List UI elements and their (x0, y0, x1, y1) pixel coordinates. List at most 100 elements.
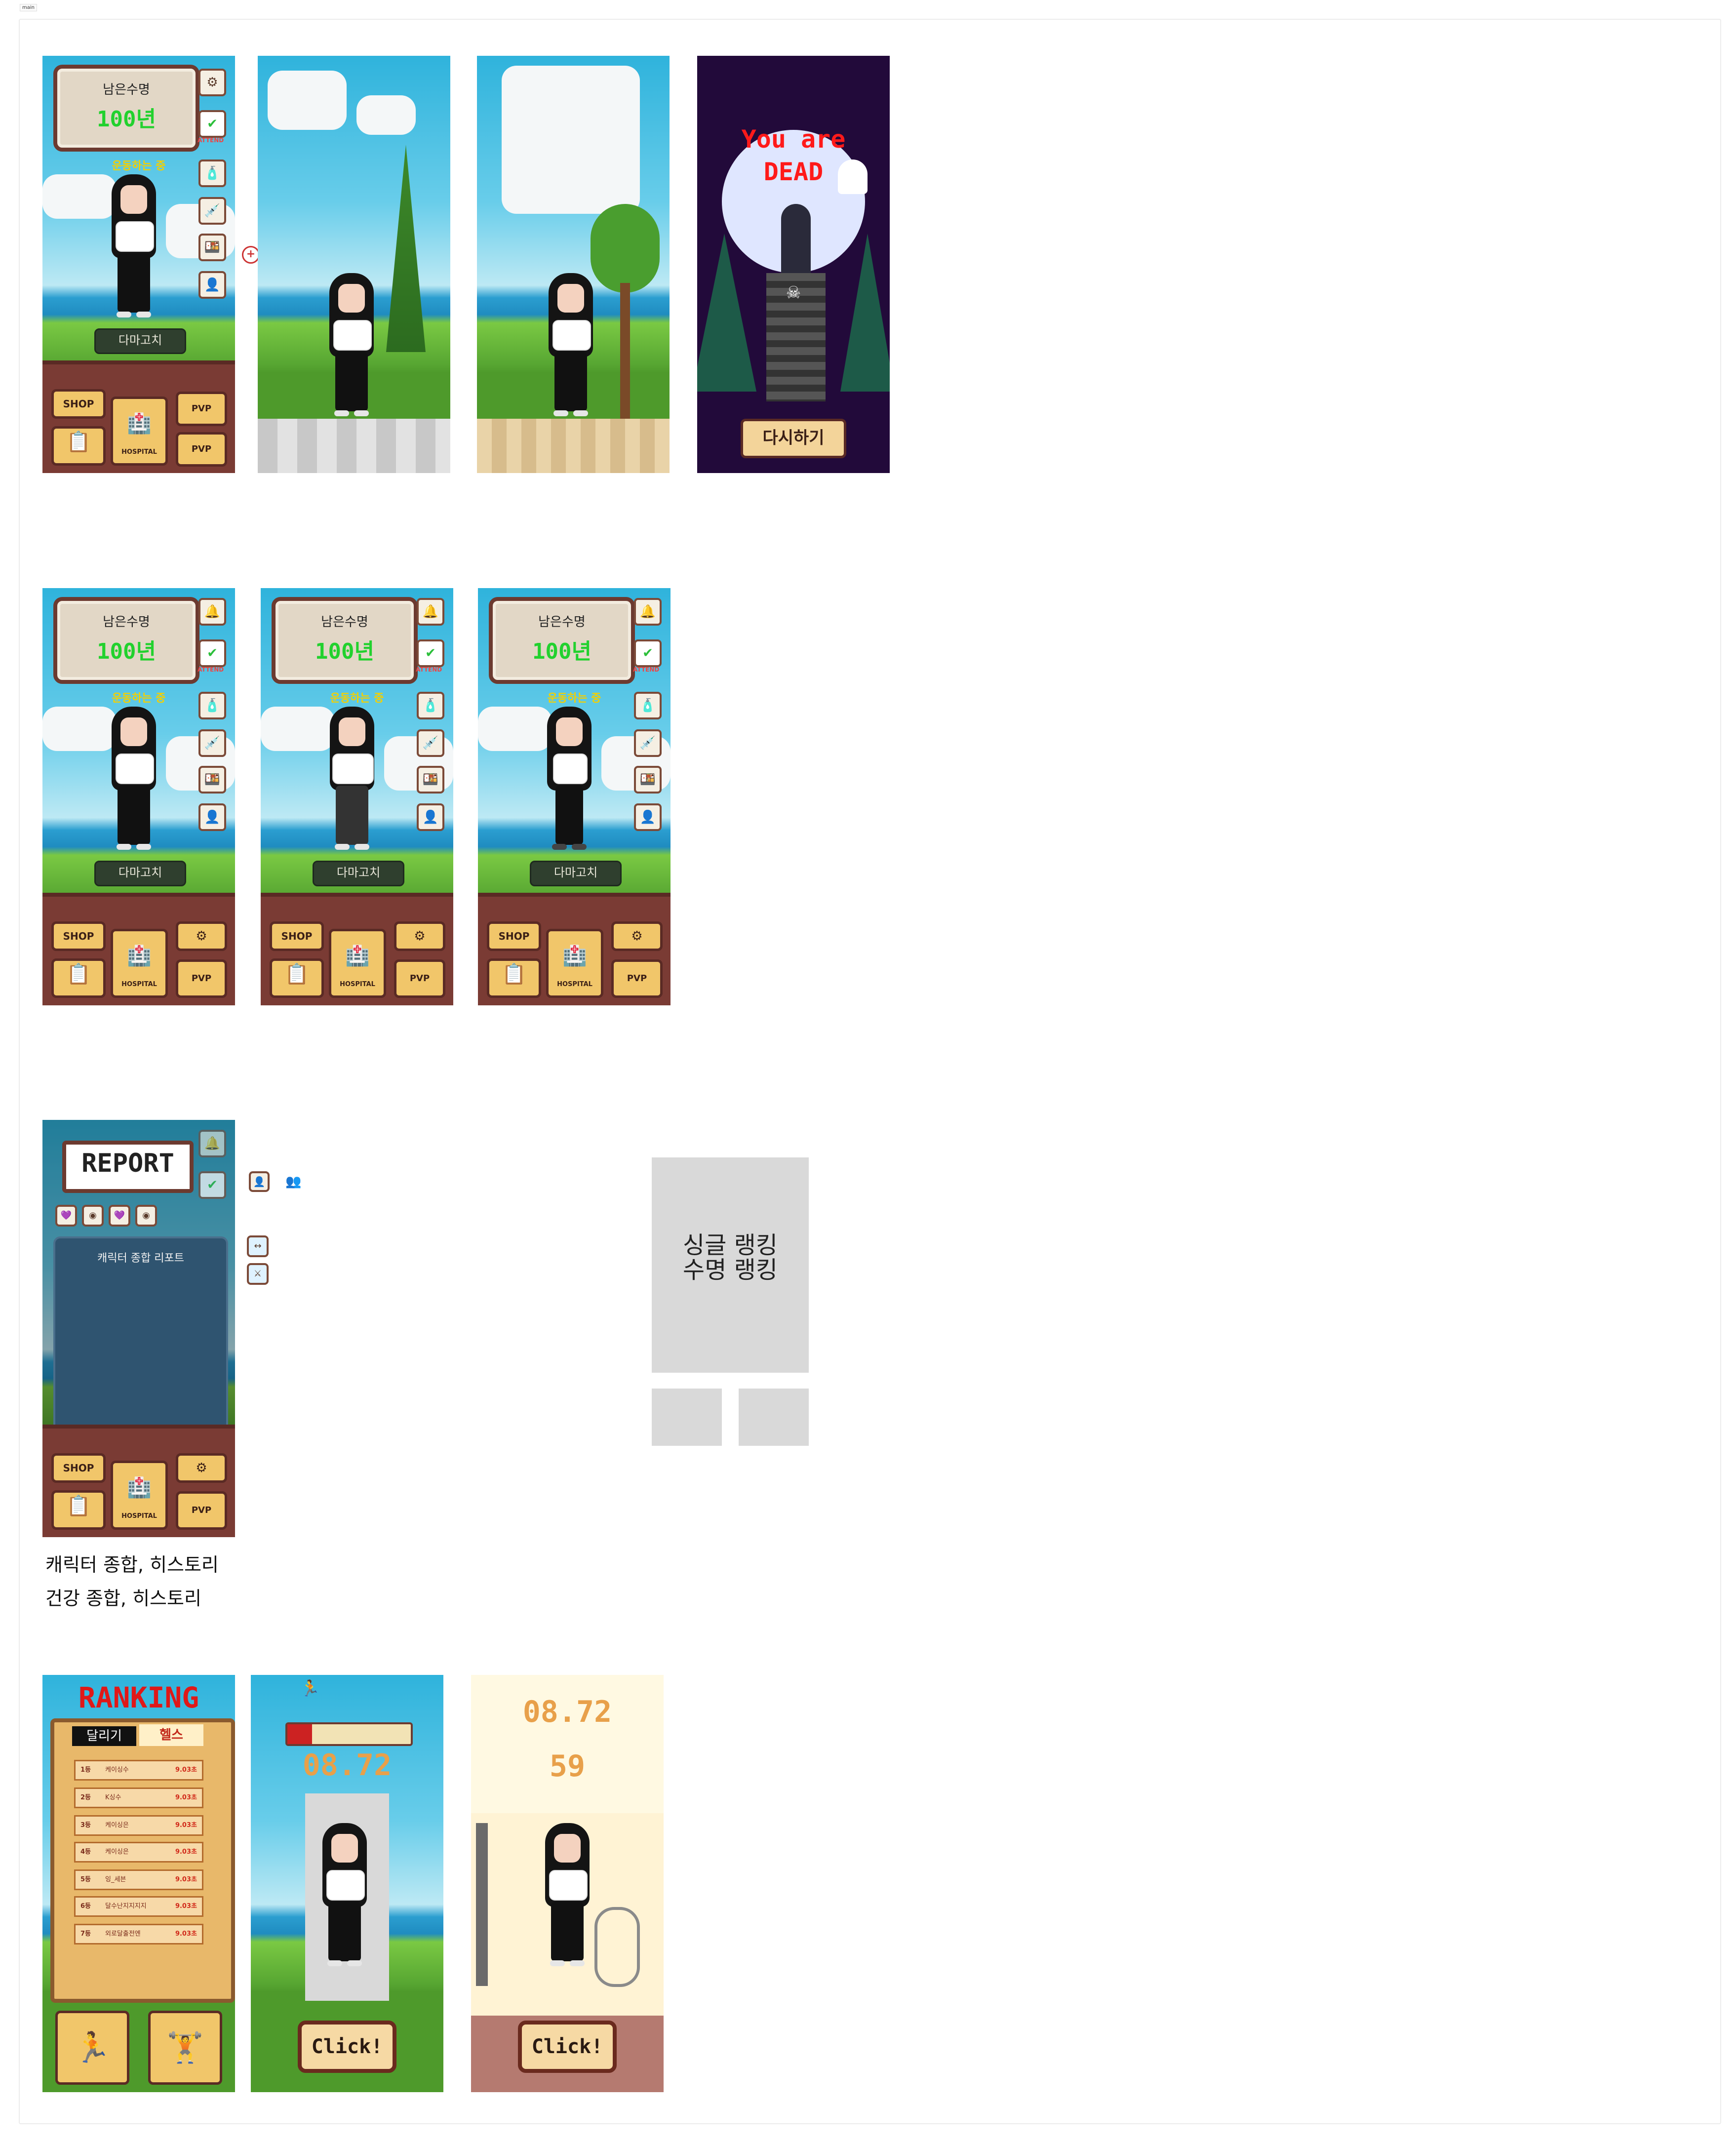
path (477, 419, 670, 473)
life-value: 100년 (97, 107, 156, 132)
life-panel: 남은수명 100년 (53, 597, 199, 684)
person-icon[interactable]: 👤 (249, 1171, 270, 1192)
food-icon[interactable]: 🍱 (198, 234, 226, 261)
profile-icon[interactable]: 👤 (198, 271, 226, 299)
pine-tree (840, 234, 890, 392)
clipboard-icon: 📋 (502, 963, 526, 986)
food-icon[interactable]: 🍱 (417, 766, 444, 794)
check-icon[interactable]: ✔ (417, 639, 444, 667)
hospital-button[interactable]: 🏥 HOSPITAL (111, 929, 168, 998)
gate (781, 204, 811, 273)
check-icon[interactable]: ✔ (198, 110, 226, 138)
settings-button[interactable]: ⚙ (176, 1453, 227, 1483)
group-icon[interactable]: 👥 (285, 1174, 301, 1189)
profile-icon[interactable]: 👤 (198, 803, 226, 831)
battle-icon[interactable]: ⚔ (247, 1263, 269, 1285)
hospital-button[interactable]: 🏥 HOSPITAL (111, 397, 168, 466)
retry-button[interactable]: 다시하기 (741, 419, 846, 458)
hospital-button[interactable]: 🏥 HOSPITAL (329, 929, 386, 998)
life-ranking-label: 수명 랭킹 (683, 1256, 778, 1284)
character-sprite[interactable] (325, 707, 379, 855)
profile-icon[interactable]: 👤 (634, 803, 662, 831)
tree-trunk (620, 283, 630, 421)
check-icon[interactable]: ✔ (198, 639, 226, 667)
life-value: 100년 (315, 639, 374, 664)
report-button[interactable]: 📋 (51, 1490, 106, 1530)
health-tab-icon[interactable]: 💜 (109, 1205, 130, 1227)
character-sprite[interactable] (107, 707, 161, 855)
bell-icon[interactable]: 🔔 (198, 1130, 226, 1157)
bell-icon[interactable]: 🔔 (417, 598, 444, 626)
bell-icon[interactable]: 🔔 (634, 598, 662, 626)
report-button[interactable]: 📋 (487, 958, 541, 998)
shop-button[interactable]: SHOP (487, 921, 541, 951)
syringe-icon[interactable]: 💉 (634, 729, 662, 757)
syringe-icon[interactable]: 💉 (198, 729, 226, 757)
report-button[interactable]: 📋 (270, 958, 324, 998)
character-sprite[interactable] (107, 174, 161, 322)
shop-button[interactable]: SHOP (270, 921, 324, 951)
report-button[interactable]: 📋 (51, 958, 106, 998)
tab-running[interactable]: 달리기 (72, 1726, 136, 1746)
click-button[interactable]: Click! (518, 2021, 617, 2073)
hospital-button[interactable]: 🏥 HOSPITAL (546, 929, 603, 998)
click-button[interactable]: Click! (298, 2021, 396, 2073)
profile-icon[interactable]: 👤 (417, 803, 444, 831)
gym-game-button[interactable]: 🏋 (148, 2011, 222, 2085)
check-icon[interactable]: ✔ (198, 1171, 226, 1199)
pvp-button[interactable]: PVP (176, 1491, 227, 1530)
home-screen-4: 남은수명 100년 🔔 ✔ ATTEND 운동하는 중 🧴 💉 🍱 👤 다마고치… (478, 588, 671, 1005)
pvp-button[interactable]: PVP (394, 959, 445, 998)
report-panel-title: 캐릭터 종합 리포트 (97, 1252, 184, 1265)
check-icon[interactable]: ✔ (634, 639, 662, 667)
bottle-icon[interactable]: 🧴 (417, 692, 444, 719)
food-icon[interactable]: 🍱 (198, 766, 226, 794)
bottle-icon[interactable]: 🧴 (198, 692, 226, 719)
shop-button[interactable]: SHOP (51, 921, 106, 951)
attend-label: ATTEND (197, 666, 224, 673)
tree (591, 204, 660, 293)
bell-icon[interactable]: 🔔 (198, 598, 226, 626)
smile-tab-icon[interactable]: ◉ (82, 1205, 104, 1227)
caption-line2: 건강 종합, 히스토리 (45, 1588, 201, 1609)
dead-screen: You are DEAD ☠ 다시하기 (697, 56, 890, 473)
arrows-icon[interactable]: ↔ (247, 1235, 269, 1257)
shop-button[interactable]: SHOP (51, 389, 106, 419)
ranking-card[interactable]: 싱글 랭킹 수명 랭킹 (652, 1157, 809, 1373)
shop-button[interactable]: SHOP (51, 1453, 106, 1483)
ranking-sub-card-left[interactable] (652, 1389, 722, 1446)
settings-button[interactable]: ⚙ (611, 921, 663, 951)
hospital-icon: 🏥 (345, 945, 370, 967)
character-name: 다마고치 (530, 861, 622, 886)
gym-game-screen: 08.72 59 Click! (471, 1675, 664, 2092)
bottle-icon[interactable]: 🧴 (198, 159, 226, 187)
hospital-button[interactable]: 🏥 HOSPITAL (111, 1461, 168, 1530)
food-icon[interactable]: 🍱 (634, 766, 662, 794)
pvp-button[interactable]: PVP (176, 959, 227, 998)
syringe-icon[interactable]: 💉 (417, 729, 444, 757)
stat-tab-icon[interactable]: ◉ (135, 1205, 157, 1227)
ranking-row: 2등 K싱수 9.03초 (74, 1787, 203, 1808)
attend-label: ATTEND (633, 666, 660, 673)
settings-button[interactable]: ⚙ (176, 921, 227, 951)
ranking-row: 5등 잉_세븐 9.03초 (74, 1869, 203, 1890)
pvp-button-2[interactable]: PVP (176, 432, 227, 467)
settings-button[interactable]: ⚙ (394, 921, 445, 951)
ranking-sub-card-right[interactable] (739, 1389, 809, 1446)
ranking-title: RANKING (78, 1681, 199, 1714)
syringe-icon[interactable]: 💉 (198, 197, 226, 225)
tab-gym[interactable]: 헬스 (139, 1724, 203, 1746)
ranking-row: 7등 외로달출전엔 9.03초 (74, 1924, 203, 1945)
hospital-icon: 🏥 (127, 412, 152, 435)
ranking-row: 1등 케이싱수 9.03초 (74, 1760, 203, 1781)
gear-icon[interactable]: ⚙ (198, 69, 226, 96)
heart-tab-icon[interactable]: 💜 (55, 1205, 77, 1227)
life-panel: 남은수명 100년 (272, 597, 418, 684)
pvp-button[interactable]: PVP (176, 392, 227, 426)
add-icon[interactable]: + (242, 246, 260, 264)
running-game-button[interactable]: 🏃 (55, 2011, 129, 2085)
report-button[interactable]: 📋 (51, 426, 106, 466)
character-sprite[interactable] (542, 707, 596, 855)
bottle-icon[interactable]: 🧴 (634, 692, 662, 719)
pvp-button[interactable]: PVP (611, 959, 663, 998)
